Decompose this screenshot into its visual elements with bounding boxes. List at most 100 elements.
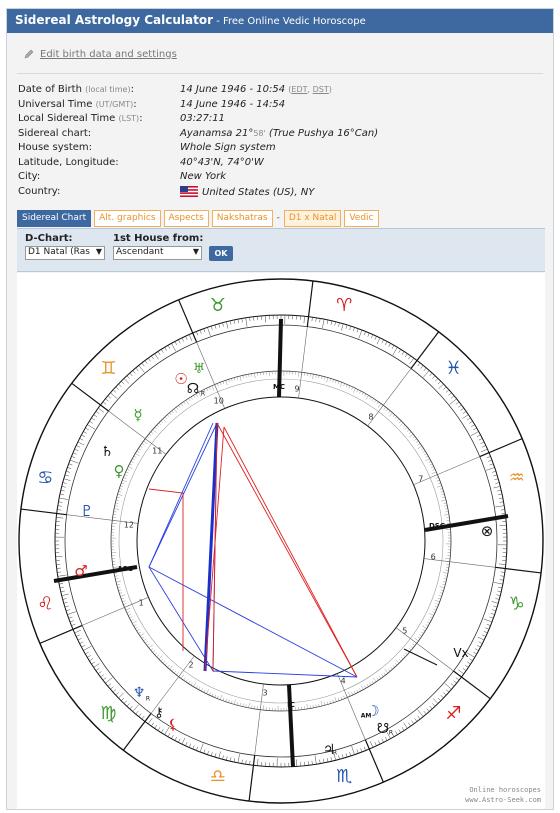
inner-degree-tick	[133, 624, 137, 627]
inner-degree-tick	[183, 677, 186, 681]
degree-tick	[338, 322, 340, 327]
inner-degree-tick	[145, 641, 148, 644]
degree-tick	[181, 737, 186, 745]
tab-vedic[interactable]: Vedic	[344, 209, 379, 227]
inner-degree-tick	[116, 499, 120, 501]
inner-degree-tick	[306, 703, 308, 709]
inner-degree-tick	[143, 638, 147, 642]
inner-degree-tick	[121, 597, 125, 600]
tab-sidereal-chart[interactable]: Sidereal Chart	[17, 209, 92, 227]
degree-tick	[414, 718, 418, 722]
inner-degree-tick	[332, 699, 334, 703]
degree-tick	[443, 386, 447, 390]
inner-degree-tick	[231, 700, 233, 704]
inner-degree-tick	[113, 511, 117, 513]
tab-nakshatras[interactable]: Nakshatras	[211, 209, 273, 227]
edit-birth-data[interactable]: Edit birth data and settings	[23, 47, 177, 61]
degree-tick	[218, 323, 221, 328]
degree-tick	[493, 582, 503, 585]
degree-tick	[404, 353, 408, 358]
degree-tick	[121, 697, 125, 701]
inner-degree-tick	[412, 643, 416, 646]
retrograde-mark: R	[146, 696, 150, 703]
degree-tick	[57, 574, 67, 577]
degree-tick	[60, 590, 65, 593]
inner-degree-tick	[190, 682, 193, 686]
inner-degree-tick	[381, 674, 384, 677]
degree-tick	[72, 452, 77, 455]
latlon-label: Latitude, Longitude:	[18, 156, 119, 168]
degree-tick	[438, 383, 444, 390]
inner-degree-tick	[361, 392, 364, 396]
sign-divider	[122, 713, 152, 751]
dst-link[interactable]: DST	[313, 85, 329, 94]
inner-degree-tick	[116, 496, 120, 498]
inner-degree-tick	[371, 680, 374, 684]
tab-alt-graphics[interactable]: Alt. graphics	[94, 209, 161, 227]
inner-degree-tick	[374, 399, 377, 403]
degree-tick	[319, 759, 321, 764]
degree-tick	[210, 325, 213, 330]
inner-degree-tick	[429, 463, 433, 466]
inner-degree-tick	[417, 445, 423, 449]
degree-tick	[493, 605, 498, 608]
inner-degree-tick	[136, 450, 140, 453]
edit-birth-data-link[interactable]: Edit birth data and settings	[40, 49, 177, 60]
degree-tick	[178, 339, 181, 344]
inner-degree-tick	[315, 704, 317, 708]
degree-tick	[367, 332, 370, 337]
degree-tick	[460, 407, 464, 411]
degree-tick	[345, 324, 348, 329]
degree-tick	[62, 482, 67, 484]
ok-button[interactable]: OK	[209, 246, 233, 261]
degree-tick	[494, 478, 499, 481]
pluto-icon: ♇	[80, 502, 93, 520]
degree-tick	[161, 349, 164, 353]
house-number-5: 5	[402, 626, 407, 635]
inner-degree-tick	[183, 401, 186, 405]
inner-degree-tick	[440, 589, 444, 591]
degree-tick	[203, 749, 206, 754]
degree-tick	[374, 336, 377, 340]
degree-tick	[391, 345, 395, 349]
inner-degree-tick	[442, 584, 446, 586]
inner-degree-tick	[208, 386, 211, 390]
degree-tick	[129, 705, 133, 710]
inner-degree-tick	[171, 410, 174, 414]
inner-degree-tick	[441, 493, 445, 496]
chiron-icon: ⚷	[154, 706, 164, 721]
house-from-select[interactable]: Ascendant ▼	[113, 246, 202, 260]
zodiac-sign-7: ♎	[210, 766, 226, 787]
inner-degree-tick	[176, 672, 179, 676]
degree-tick	[358, 329, 363, 339]
degree-tick	[95, 411, 100, 414]
inner-degree-tick	[132, 620, 137, 624]
edt-link[interactable]: EDT	[291, 85, 307, 94]
house-number-1: 1	[139, 599, 144, 608]
degree-tick	[245, 760, 247, 765]
inner-degree-tick	[115, 502, 119, 504]
inner-degree-tick	[169, 665, 173, 670]
inner-degree-tick	[436, 479, 440, 482]
degree-tick	[498, 497, 503, 499]
dchart-select[interactable]: D1 Natal (Ras ▼	[25, 246, 105, 260]
watermark-line2[interactable]: www.Astro-Seek.com	[465, 795, 541, 805]
inner-degree-tick	[433, 608, 437, 611]
inner-degree-tick	[359, 688, 361, 692]
inner-degree-tick	[219, 382, 222, 386]
city-value: New York	[180, 171, 227, 182]
tab-aspects[interactable]: Aspects	[163, 209, 209, 227]
zodiac-sign-3: ♊	[100, 358, 116, 379]
degree-tick	[417, 362, 421, 367]
degree-tick	[486, 467, 495, 471]
tab-d1-natal[interactable]: D1 x Natal	[283, 209, 342, 227]
degree-tick	[483, 618, 493, 623]
inner-degree-tick	[141, 443, 145, 446]
house-number-8: 8	[368, 413, 373, 422]
inner-degree-tick	[364, 393, 367, 397]
inner-degree-tick	[337, 381, 340, 385]
degree-tick	[91, 661, 95, 665]
inner-degree-tick	[326, 701, 329, 705]
degree-tick	[229, 320, 232, 325]
degree-tick	[188, 334, 193, 342]
